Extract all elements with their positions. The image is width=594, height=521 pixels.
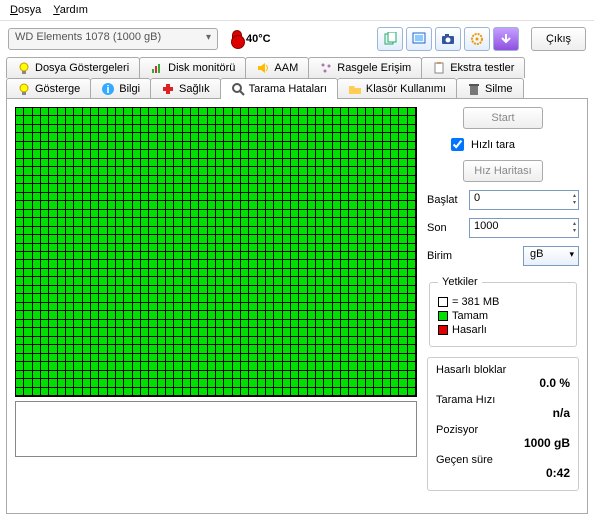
random-icon (319, 61, 333, 75)
exit-button[interactable]: Çıkış (531, 27, 586, 51)
svg-text:i: i (107, 84, 110, 96)
begin-input[interactable]: 0 (469, 190, 579, 210)
drive-select[interactable]: WD Elements 1078 (1000 gB) (8, 28, 218, 50)
unit-select[interactable]: gB (523, 246, 579, 266)
menu-help[interactable]: Yardım (53, 4, 88, 16)
clipboard-icon (432, 61, 446, 75)
speed-map-button[interactable]: Hız Haritası (463, 160, 543, 182)
start-button[interactable]: Start (463, 107, 543, 129)
temperature-display: 40°C (232, 30, 271, 48)
stats-panel: Hasarlı bloklar0.0 % Tarama Hızın/a Pozi… (427, 357, 579, 491)
legend-square-block (438, 297, 448, 307)
tab-folder-usage[interactable]: Klasör Kullanımı (337, 78, 457, 99)
tab-erase[interactable]: Silme (456, 78, 524, 99)
chart-icon (150, 61, 164, 75)
folder-icon (348, 82, 362, 96)
thermometer-icon (232, 30, 242, 48)
tab-extra-tests[interactable]: Ekstra testler (421, 57, 525, 78)
speaker-icon (256, 61, 270, 75)
damaged-blocks-value: 0.0 % (436, 376, 570, 390)
scan-speed-value: n/a (436, 406, 570, 420)
download-icon-button[interactable] (493, 27, 519, 51)
tab-file-indicators[interactable]: Dosya Göstergeleri (6, 57, 140, 78)
legend-title: Yetkiler (438, 276, 482, 288)
tab-aam[interactable]: AAM (245, 57, 309, 78)
legend-square-damaged (438, 325, 448, 335)
tab-random-access[interactable]: Rasgele Erişim (308, 57, 422, 78)
tab-health[interactable]: Sağlık (150, 78, 221, 99)
damaged-blocks-label: Hasarlı bloklar (436, 364, 570, 376)
quick-scan-checkbox[interactable]: Hızlı tara (447, 135, 579, 154)
tab-gauge[interactable]: Gösterge (6, 78, 91, 99)
info-icon: i (101, 82, 115, 96)
scan-grid (15, 107, 417, 397)
trash-icon (467, 82, 481, 96)
log-box (15, 401, 417, 457)
end-label: Son (427, 222, 463, 234)
tab-disk-monitor[interactable]: Disk monitörü (139, 57, 246, 78)
health-icon (161, 82, 175, 96)
magnifier-icon (231, 82, 245, 96)
bulb-icon (17, 82, 31, 96)
tab-scan-errors[interactable]: Tarama Hataları (220, 78, 338, 99)
bulb-icon (17, 61, 31, 75)
camera-icon-button[interactable] (435, 27, 461, 51)
temperature-value: 40°C (246, 33, 271, 45)
begin-label: Başlat (427, 194, 463, 206)
elapsed-label: Geçen süre (436, 454, 570, 466)
legend-fieldset: Yetkiler = 381 MB Tamam Hasarlı (429, 276, 577, 347)
copy-icon-button[interactable] (377, 27, 403, 51)
menu-file[interactable]: Dosya (10, 4, 41, 16)
tab-info[interactable]: iBilgi (90, 78, 151, 99)
scan-speed-label: Tarama Hızı (436, 394, 570, 406)
elapsed-value: 0:42 (436, 466, 570, 480)
settings-icon-button[interactable] (464, 27, 490, 51)
position-label: Pozisyor (436, 424, 570, 436)
screenshot-icon-button[interactable] (406, 27, 432, 51)
unit-label: Birim (427, 250, 463, 262)
end-input[interactable]: 1000 (469, 218, 579, 238)
position-value: 1000 gB (436, 436, 570, 450)
legend-square-ok (438, 311, 448, 321)
